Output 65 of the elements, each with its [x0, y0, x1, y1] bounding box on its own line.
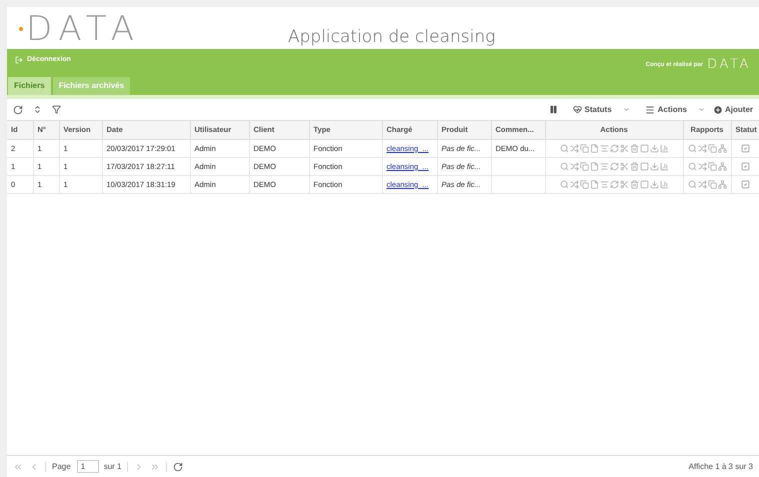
- last-page-icon[interactable]: [150, 462, 160, 472]
- bar-chart-icon[interactable]: [660, 162, 668, 171]
- lines-icon[interactable]: [600, 162, 608, 171]
- statuts-button[interactable]: Statuts: [572, 104, 630, 116]
- lines-icon[interactable]: [600, 180, 608, 189]
- trash-icon[interactable]: [630, 162, 638, 171]
- page-label: Page: [52, 460, 71, 472]
- network-icon[interactable]: [718, 144, 726, 153]
- download-icon[interactable]: [650, 144, 658, 153]
- logo: DATA: [707, 57, 751, 73]
- copy-icon[interactable]: [580, 144, 588, 153]
- network-icon[interactable]: [718, 162, 726, 171]
- bar-chart-icon[interactable]: [660, 144, 668, 153]
- heart-pulse-icon: [572, 105, 582, 114]
- download-icon[interactable]: [650, 162, 658, 171]
- plus-icon: [713, 104, 723, 114]
- page-field[interactable]: 1: [76, 460, 99, 473]
- scissors-icon[interactable]: [620, 180, 628, 189]
- sort-icon[interactable]: [33, 105, 42, 114]
- menu-icon: [644, 104, 655, 114]
- shuffle-icon[interactable]: [698, 180, 706, 189]
- copy-icon[interactable]: [708, 144, 716, 153]
- search-icon[interactable]: [688, 144, 696, 153]
- pause-icon[interactable]: [548, 105, 558, 114]
- file-icon[interactable]: [590, 144, 598, 153]
- square-icon[interactable]: [640, 180, 648, 189]
- scissors-icon[interactable]: [620, 144, 628, 153]
- add-button[interactable]: Ajouter: [713, 104, 753, 116]
- refresh-icon[interactable]: [173, 462, 184, 472]
- shuffle-icon[interactable]: [570, 162, 578, 171]
- trash-icon[interactable]: [630, 180, 638, 189]
- first-page-icon[interactable]: [13, 462, 23, 472]
- lines-icon[interactable]: [600, 144, 608, 153]
- search-icon[interactable]: [688, 180, 696, 189]
- shuffle-icon[interactable]: [698, 162, 706, 171]
- scissors-icon[interactable]: [620, 162, 628, 171]
- actions-button[interactable]: Actions: [644, 104, 705, 116]
- search-icon[interactable]: [560, 180, 568, 189]
- app-title: Application de cleansing: [288, 26, 496, 49]
- square-icon[interactable]: [640, 144, 648, 153]
- caret-icon: [622, 106, 630, 113]
- search-icon[interactable]: [560, 162, 568, 171]
- page-count: sur 1: [104, 460, 122, 472]
- bar-chart-icon[interactable]: [660, 180, 668, 189]
- shuffle-icon[interactable]: [698, 144, 706, 153]
- download-icon[interactable]: [650, 180, 658, 189]
- copy-icon[interactable]: [580, 162, 588, 171]
- copy-icon[interactable]: [708, 162, 716, 171]
- network-icon[interactable]: [718, 180, 726, 189]
- shuffle-icon[interactable]: [570, 180, 578, 189]
- filter-icon[interactable]: [52, 105, 61, 114]
- caret-icon: [698, 106, 705, 113]
- shuffle-icon[interactable]: [570, 144, 578, 153]
- search-icon[interactable]: [688, 162, 696, 171]
- trash-icon[interactable]: [630, 144, 638, 153]
- reload-icon[interactable]: [13, 104, 23, 114]
- copy-icon[interactable]: [580, 180, 588, 189]
- square-icon[interactable]: [640, 162, 648, 171]
- copy-icon[interactable]: [708, 180, 716, 189]
- file-icon[interactable]: [590, 162, 598, 171]
- search-icon[interactable]: [560, 144, 568, 153]
- results-summary: Affiche 1 à 3 sur 3: [688, 460, 753, 472]
- logo: DATA: [19, 9, 141, 49]
- logout-icon: [15, 56, 23, 64]
- file-icon[interactable]: [590, 180, 598, 189]
